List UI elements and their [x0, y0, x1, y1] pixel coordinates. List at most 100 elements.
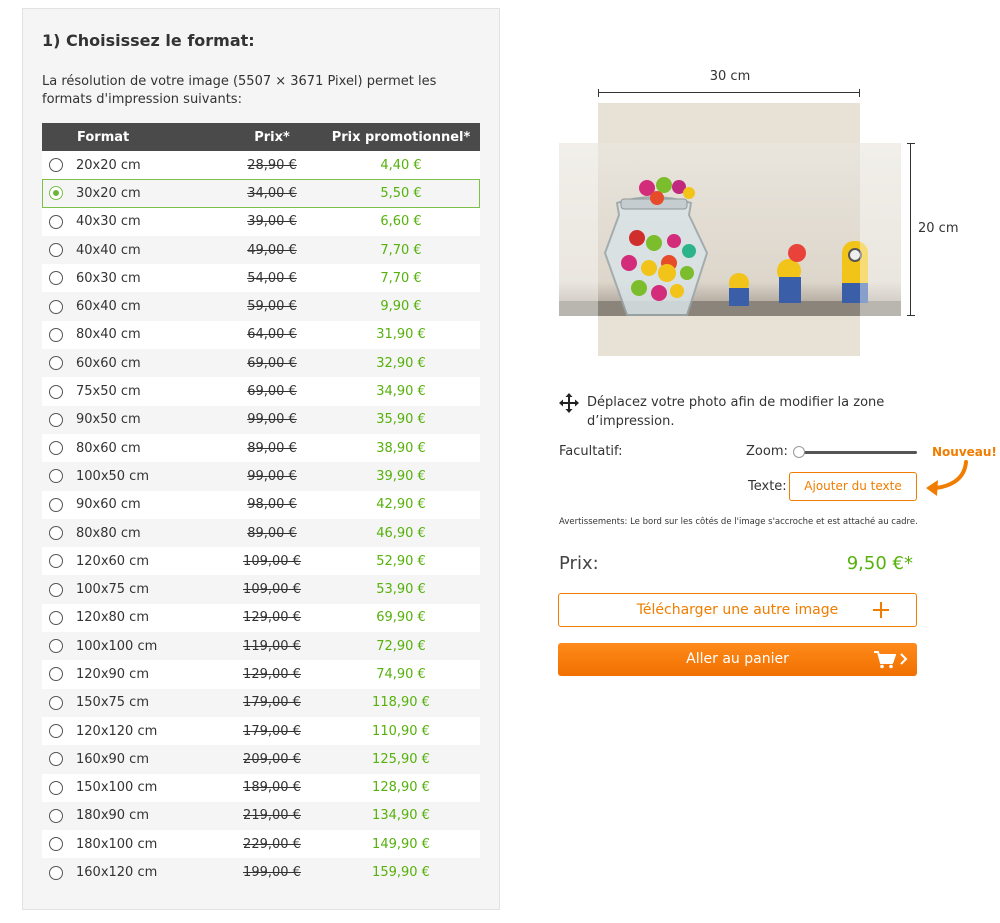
format-row[interactable]: 120x120 cm 179,00 €110,90 € — [42, 716, 480, 746]
text-label: Texte: — [748, 479, 787, 494]
radio-cell — [42, 632, 72, 661]
upload-button-label: Télécharger une autre image — [636, 602, 839, 618]
format-radio[interactable] — [49, 724, 63, 739]
radio-cell — [42, 801, 72, 831]
format-radio[interactable] — [49, 299, 63, 314]
promo-price-cell: 4,40 € — [322, 151, 480, 180]
format-radio[interactable] — [49, 469, 63, 484]
format-cell: 120x80 cm — [72, 603, 222, 633]
format-row[interactable]: 100x75 cm 109,00 €53,90 € — [42, 575, 480, 604]
price-cell: 28,90 € — [222, 151, 322, 180]
price-cell: 109,00 € — [222, 575, 322, 604]
format-cell: 80x80 cm — [72, 518, 222, 548]
format-radio[interactable] — [49, 271, 63, 286]
format-cell: 60x60 cm — [72, 349, 222, 378]
radio-cell — [42, 745, 72, 774]
format-cell: 80x60 cm — [72, 433, 222, 463]
format-row[interactable]: 120x80 cm 129,00 €69,90 € — [42, 603, 480, 633]
format-radio[interactable] — [49, 243, 63, 258]
warning-text: Avertissements: Le bord sur les côtés de… — [559, 517, 918, 527]
format-row[interactable]: 120x60 cm 109,00 €52,90 € — [42, 547, 480, 576]
price-cell: 209,00 € — [222, 745, 322, 774]
promo-price-cell: 35,90 € — [322, 405, 480, 434]
format-cell: 40x30 cm — [72, 207, 222, 236]
zoom-slider-track[interactable] — [797, 451, 917, 454]
upload-another-image-button[interactable]: Télécharger une autre image — [558, 593, 917, 627]
format-cell: 100x100 cm — [72, 632, 222, 661]
price-cell: 64,00 € — [222, 320, 322, 350]
format-radio[interactable] — [49, 497, 63, 512]
price-cell: 179,00 € — [222, 688, 322, 717]
zoom-label: Zoom: — [746, 444, 788, 459]
format-radio[interactable] — [49, 808, 63, 823]
format-radio[interactable] — [49, 186, 63, 201]
format-radio[interactable] — [49, 327, 63, 342]
zoom-slider-handle[interactable] — [793, 446, 805, 458]
promo-price-cell: 9,90 € — [322, 292, 480, 321]
format-row[interactable]: 40x30 cm 39,00 €6,60 € — [42, 207, 480, 236]
price-cell: 69,00 € — [222, 349, 322, 378]
radio-cell — [42, 603, 72, 633]
radio-cell — [42, 575, 72, 604]
format-radio[interactable] — [49, 526, 63, 540]
format-row[interactable]: 160x90 cm 209,00 €125,90 € — [42, 745, 480, 774]
format-radio[interactable] — [49, 412, 63, 427]
format-row[interactable]: 60x40 cm 59,00 €9,90 € — [42, 292, 480, 321]
format-row[interactable]: 30x20 cm 34,00 €5,50 € — [42, 179, 480, 208]
format-row[interactable]: 75x50 cm 69,00 €34,90 € — [42, 377, 480, 406]
format-row[interactable]: 60x30 cm 54,00 €7,70 € — [42, 264, 480, 293]
step-title: 1) Choisissez le format: — [42, 31, 255, 50]
add-text-button[interactable]: Ajouter du texte — [789, 472, 917, 501]
price-cell: 54,00 € — [222, 264, 322, 293]
format-row[interactable]: 150x75 cm 179,00 €118,90 € — [42, 688, 480, 717]
format-radio[interactable] — [49, 356, 63, 371]
format-radio[interactable] — [49, 780, 63, 795]
format-radio[interactable] — [49, 639, 63, 654]
price-cell: 98,00 € — [222, 490, 322, 519]
go-to-cart-button[interactable]: Aller au panier — [558, 643, 917, 676]
radio-cell — [42, 858, 72, 887]
new-badge: Nouveau! — [932, 445, 997, 459]
price-cell: 39,00 € — [222, 207, 322, 236]
promo-price-cell: 149,90 € — [322, 830, 480, 859]
format-row[interactable]: 40x40 cm 49,00 €7,70 € — [42, 235, 480, 265]
format-radio[interactable] — [49, 582, 63, 597]
format-row[interactable]: 90x60 cm 98,00 €42,90 € — [42, 490, 480, 519]
radio-cell — [42, 433, 72, 463]
radio-cell — [42, 292, 72, 321]
format-radio[interactable] — [49, 865, 63, 880]
format-radio[interactable] — [49, 158, 63, 173]
radio-cell — [42, 830, 72, 859]
format-radio[interactable] — [49, 752, 63, 767]
format-row[interactable]: 60x60 cm 69,00 €32,90 € — [42, 349, 480, 378]
format-row[interactable]: 80x60 cm 89,00 €38,90 € — [42, 433, 480, 463]
format-radio[interactable] — [49, 695, 63, 710]
format-row[interactable]: 100x100 cm 119,00 €72,90 € — [42, 632, 480, 661]
format-radio[interactable] — [49, 441, 63, 456]
format-row[interactable]: 80x40 cm 64,00 €31,90 € — [42, 320, 480, 350]
format-row[interactable]: 160x120 cm 199,00 €159,90 € — [42, 858, 480, 887]
format-row[interactable]: 100x50 cm 99,00 €39,90 € — [42, 462, 480, 491]
format-row[interactable]: 150x100 cm 189,00 €128,90 € — [42, 773, 480, 802]
format-radio[interactable] — [49, 214, 63, 229]
price-cell: 69,00 € — [222, 377, 322, 406]
format-radio[interactable] — [49, 384, 63, 399]
radio-cell — [42, 716, 72, 746]
format-radio[interactable] — [49, 667, 63, 682]
radio-cell — [42, 490, 72, 519]
format-radio[interactable] — [49, 554, 63, 569]
format-radio[interactable] — [49, 837, 63, 852]
price-cell: 129,00 € — [222, 603, 322, 633]
format-row[interactable]: 180x90 cm 219,00 €134,90 € — [42, 801, 480, 831]
format-row[interactable]: 20x20 cm 28,90 €4,40 € — [42, 151, 480, 180]
format-row[interactable]: 90x50 cm 99,00 €35,90 € — [42, 405, 480, 434]
format-row[interactable]: 180x100 cm 229,00 €149,90 € — [42, 830, 480, 859]
format-cell: 160x120 cm — [72, 858, 222, 887]
format-radio[interactable] — [49, 610, 63, 625]
price-cell: 59,00 € — [222, 292, 322, 321]
promo-price-cell: 42,90 € — [322, 490, 480, 519]
format-row[interactable]: 120x90 cm 129,00 €74,90 € — [42, 660, 480, 689]
format-row[interactable]: 80x80 cm 89,00 €46,90 € — [42, 518, 480, 548]
price-cell: 99,00 € — [222, 405, 322, 434]
format-cell: 80x40 cm — [72, 320, 222, 350]
